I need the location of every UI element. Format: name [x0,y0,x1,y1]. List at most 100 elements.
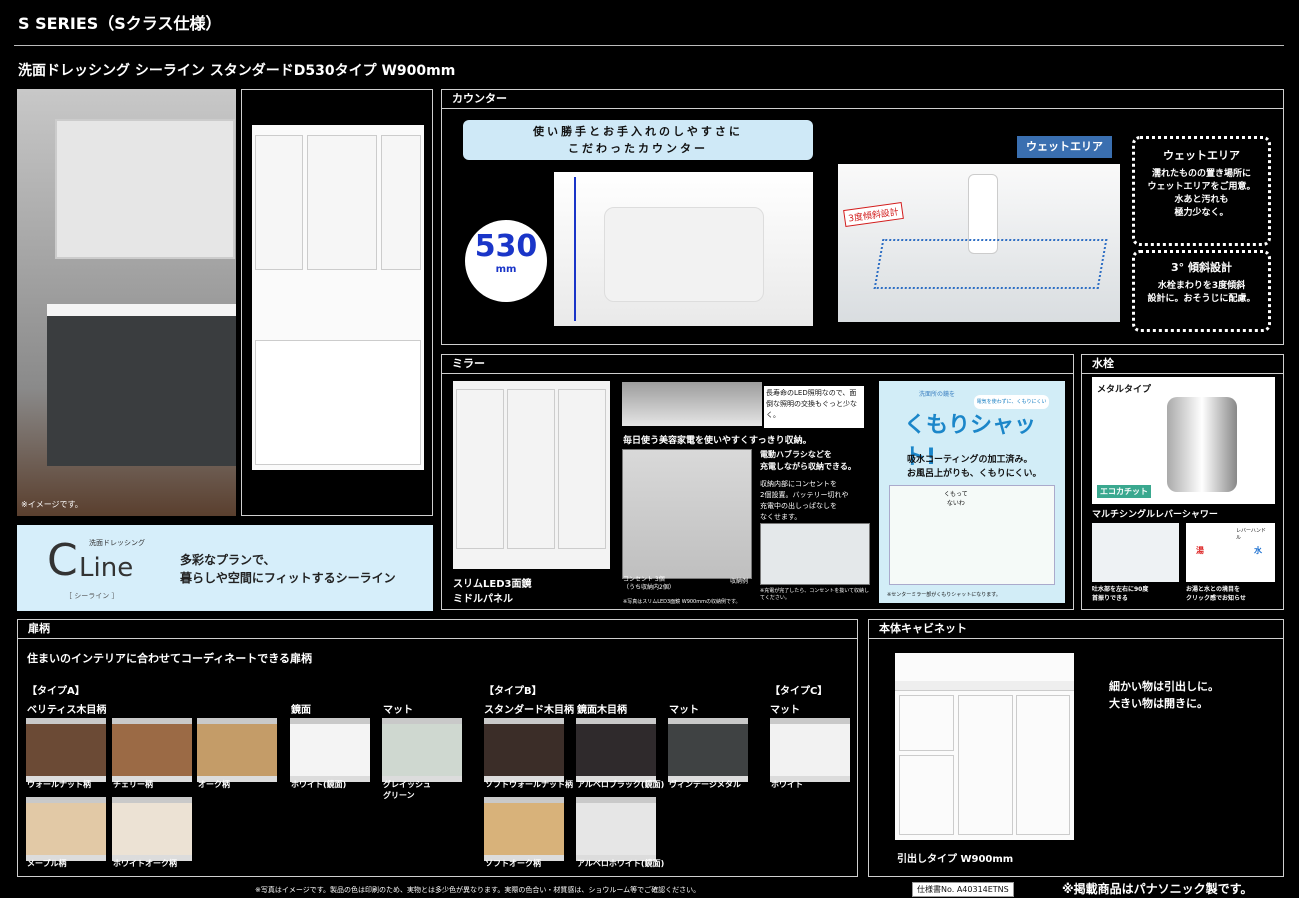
doors-title: 扉柄 [18,620,857,639]
cline-logo-c: C [47,535,78,586]
group-a2-label: 鏡面 [291,705,311,716]
mirror-door-1 [456,389,504,549]
illus-mirror-door-3 [381,135,421,270]
doors-subtitle: 住まいのインテリアに合わせてコーディネートできる扉柄 [27,652,313,665]
counter-panel: カウンター 使い勝手とお手入れのしやすさに こだわったカウンター 530 mm … [441,89,1284,345]
swatch-label-0: ウォールナット柄 [27,780,91,789]
faucet-photo: メタルタイプ エコカチット [1092,377,1275,504]
photo-note: ※写真はスリムLED3面鏡 W900mmの収納例です。 [623,599,741,605]
depth-badge: 530 mm [465,220,547,302]
faucet-panel: 水栓 メタルタイプ エコカチット マルチシングルレバーシャワー レバーハンドル … [1081,354,1284,610]
hero-counter [47,304,236,316]
storage-photo [622,449,752,579]
cabinet-text-1: 細かい物は引出しに。 [1109,680,1219,693]
tilt-tag: 3度傾斜設計 [843,201,904,228]
faucet-name: マルチシングルレバーシャワー [1092,510,1218,520]
cabinet-photo [895,653,1074,840]
illus-cabinet [255,340,421,465]
hero-cabinet [47,316,236,466]
storage-title: 毎日使う美容家電を使いやすくすっきり収納。 [623,436,812,446]
swatch-7 [668,718,748,782]
charge-photo [760,523,870,585]
product-illustration-frame [241,89,433,516]
swatch-11 [484,797,564,861]
mirror-caption-1: スリムLED3面鏡 [453,579,532,590]
mirror-door-3 [558,389,606,549]
depth-value: 530 [474,229,538,264]
tilt-box-text: 水栓まわりを3度傾斜 設計に。おそうじに配慮。 [1147,281,1256,304]
group-a3-label: マット [383,705,413,716]
kumori-illustration [889,485,1055,585]
cline-kana: ［ シーライン ］ [65,592,119,600]
cabinet-door-2 [1016,695,1070,835]
swatch-label-5: ソフトウォールナット柄 [485,780,573,789]
sink-photo [554,172,813,326]
swatch-label-7: ヴィンテージメタル [669,780,741,789]
counter-title: カウンター [442,90,1283,109]
mirror-title: ミラー [442,355,1073,374]
product-title: 洗面ドレッシング シーライン スタンダードD530タイプ W900mm [18,63,456,79]
wet-area-photo: 3度傾斜設計 [838,164,1120,322]
sink-bowl [604,207,764,302]
swatch-label-9: メープル柄 [27,859,67,868]
mirror-caption-2: ミドルパネル [453,594,513,605]
type-a-label: 【タイプA】 [27,686,85,697]
footer-disclaimer: ※写真はイメージです。製品の色は印刷のため、実物とは多少色が異なります。実際の色… [255,886,701,894]
cabinet-drawer-2 [899,755,954,835]
type-c-label: 【タイプC】 [770,686,828,697]
wet-dotted-line [873,239,1108,289]
swatch-12 [576,797,656,861]
swivel-photo [1092,523,1179,582]
series-title: S SERIES（Sクラス仕様） [18,14,222,33]
swatch-1 [112,718,192,782]
swatch-10 [112,797,192,861]
mirror-photo [453,381,610,569]
cline-small: 洗面ドレッシング [89,539,145,547]
doors-panel: 扉柄 住まいのインテリアに合わせてコーディネートできる扉柄 【タイプA】 【タイ… [17,619,858,877]
depth-unit: mm [495,264,517,275]
cline-banner: 洗面ドレッシング C Line ［ シーライン ］ 多彩なプランで、 暮らしや空… [17,525,433,611]
swatch-label-3: ホワイト(鏡面) [291,780,347,789]
swatch-0 [26,718,106,782]
group-b2-label: 鏡面木目柄 [577,705,627,716]
led-text: 長寿命のLED照明なので、面倒な照明の交換もぐっと少なく。 [764,386,864,428]
swatch-label-4: グレイッシュ グリーン [383,780,431,800]
swatch-label-2: オーク柄 [198,780,230,789]
cabinet-title: 本体キャビネット [869,620,1283,639]
swatch-6 [576,718,656,782]
hero-photo: ※イメージです。 [17,89,236,516]
tilt-box: 3° 傾斜設計 水栓まわりを3度傾斜 設計に。おそうじに配慮。 [1132,250,1271,332]
cabinet-text-2: 大きい物は開きに。 [1109,697,1208,710]
kumori-note: ※センターミラー部がくもりシャットになります。 [887,592,1001,598]
lever-label: レバーハンドル [1236,528,1266,541]
wet-area-box-title: ウェットエリア [1163,149,1240,162]
cline-text-1: 多彩なプランで、 [180,553,276,567]
cabinet-door-1 [958,695,1013,835]
hot-label: 湯 [1196,546,1204,555]
faucet-title: 水栓 [1082,355,1283,374]
mirror-door-2 [507,389,555,549]
kumori-bubble-2: くもって ないわ [944,491,968,507]
faucet-body [1167,397,1237,492]
swatch-label-12: アルベロホワイト(鏡面) [577,859,665,868]
counter-banner-line1: 使い勝手とお手入れのしやすさに [533,125,743,138]
kumori-card: 洗面所の鏡を 電気を使わずに、くもりにくい くもりシャット! 吸水コーティングの… [879,381,1065,603]
cabinet-caption: 引出しタイプ W900mm [897,854,1014,865]
cold-label: 水 [1254,546,1262,555]
swatch-9 [26,797,106,861]
spec-number: 仕様書No. A40314ETNS [912,882,1014,897]
swatch-4 [382,718,462,782]
hero-note: ※イメージです。 [21,500,83,509]
wet-area-box: ウェットエリア 濡れたものの置き場所に ウェットエリアをご用意。 水あと汚れも … [1132,136,1271,246]
group-b1-label: スタンダード木目柄 [484,705,574,716]
click-photo: レバーハンドル 湯 水 [1186,523,1275,582]
swatch-3 [290,718,370,782]
swatch-label-10: ホワイトオーク柄 [113,859,177,868]
mirror-panel: ミラー スリムLED3面鏡 ミドルパネル 長寿命のLED照明なので、面倒な照明の… [441,354,1074,610]
eco-tag: エコカチット [1097,485,1151,498]
kumori-small: 洗面所の鏡を [919,391,956,398]
outlet-label: コンセント 3個 （うち収納内2個） [623,576,675,591]
cline-text-2: 暮らしや空間にフィットするシーライン [180,571,396,585]
cabinet-drawer-1 [899,695,954,751]
depth-arrow [574,177,576,321]
